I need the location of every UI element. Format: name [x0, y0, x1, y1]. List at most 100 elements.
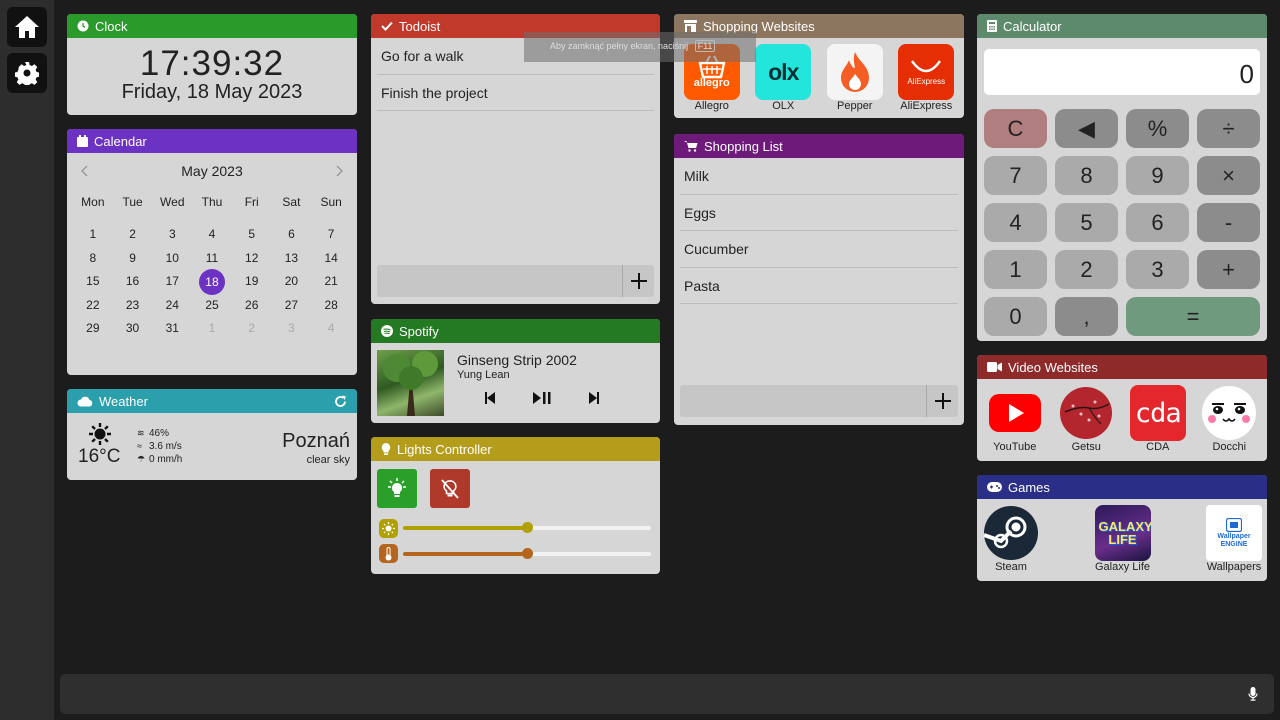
shopping-list-item[interactable]: Cucumber	[680, 231, 958, 268]
calendar-day[interactable]: 29	[73, 317, 113, 341]
microphone-icon[interactable]	[1248, 687, 1258, 701]
calendar-day[interactable]: 2	[232, 317, 272, 341]
calendar-day-number: 19	[245, 274, 259, 288]
calendar-day[interactable]: 5	[232, 223, 272, 247]
tile-wallpapers[interactable]: Wallpaper ENGINE Wallpapers	[1203, 505, 1265, 573]
tile-olx[interactable]: olx OLX	[752, 44, 814, 112]
calculator-key[interactable]: ×	[1197, 156, 1260, 195]
calendar-day-number: 28	[324, 297, 338, 312]
calendar-day[interactable]: 16	[113, 270, 153, 294]
calculator-key[interactable]: 6	[1126, 203, 1189, 242]
calculator-key[interactable]: 3	[1126, 250, 1189, 289]
calendar-day[interactable]: 20	[272, 270, 312, 294]
calendar-day[interactable]: 3	[272, 317, 312, 341]
calculator-key[interactable]: =	[1126, 297, 1260, 336]
tile-steam[interactable]: Steam	[980, 505, 1042, 573]
calendar-day[interactable]: 9	[113, 247, 153, 271]
settings-button[interactable]	[7, 53, 47, 93]
calendar-day[interactable]: 30	[113, 317, 153, 341]
calendar-day[interactable]: 1	[192, 317, 232, 341]
calculator-key[interactable]: 7	[984, 156, 1047, 195]
calendar-day[interactable]: 28	[311, 294, 351, 318]
calendar-day[interactable]: 25	[192, 294, 232, 318]
todo-add-button[interactable]	[622, 265, 654, 297]
calendar-day[interactable]: 19	[232, 270, 272, 294]
olx-logo-icon: olx	[755, 44, 812, 100]
calendar-day[interactable]: 31	[152, 317, 192, 341]
next-track-icon[interactable]	[589, 392, 599, 404]
shopping-list-item[interactable]: Eggs	[680, 195, 958, 231]
calendar-day[interactable]: 14	[311, 247, 351, 271]
clock-widget: Clock 17:39:32 Friday, 18 May 2023	[67, 14, 357, 115]
calculator-key[interactable]: %	[1126, 109, 1189, 148]
calendar-day[interactable]: 22	[73, 294, 113, 318]
shopping-list-item[interactable]: Milk	[680, 158, 958, 195]
calendar-day-number: 3	[168, 227, 176, 241]
calendar-day[interactable]: 13	[272, 247, 312, 271]
calendar-day[interactable]: 23	[113, 294, 153, 318]
tile-getsu[interactable]: Getsu	[1055, 385, 1117, 453]
calculator-key[interactable]: 8	[1055, 156, 1118, 195]
calculator-key[interactable]: ,	[1055, 297, 1118, 336]
calculator-key[interactable]: 5	[1055, 203, 1118, 242]
calculator-key[interactable]: 2	[1055, 250, 1118, 289]
temperature-slider-handle[interactable]	[522, 548, 533, 559]
calendar-day[interactable]: 21	[311, 270, 351, 294]
calendar-day[interactable]: 24	[152, 294, 192, 318]
calendar-day[interactable]: 1	[73, 223, 113, 247]
calculator-key[interactable]: 0	[984, 297, 1047, 336]
shopping-add-button[interactable]	[926, 385, 958, 417]
calendar-day[interactable]: 15	[73, 270, 113, 294]
calculator-key[interactable]: ◀	[1055, 109, 1118, 148]
tile-aliexpress[interactable]: AliExpress AliExpress	[895, 44, 957, 112]
tile-cda[interactable]: cda CDA	[1127, 385, 1189, 453]
tile-youtube[interactable]: YouTube	[984, 385, 1046, 453]
calculator-key[interactable]: 9	[1126, 156, 1189, 195]
calendar-day[interactable]: 17	[152, 270, 192, 294]
light-on-button[interactable]	[377, 469, 417, 508]
calculator-key[interactable]: C	[984, 109, 1047, 148]
home-button[interactable]	[7, 7, 47, 47]
play-pause-icon[interactable]	[533, 392, 551, 404]
calculator-key[interactable]: ÷	[1197, 109, 1260, 148]
bottom-input-bar[interactable]	[60, 674, 1274, 714]
calendar-day[interactable]: 10	[152, 247, 192, 271]
brightness-slider-handle[interactable]	[522, 522, 533, 533]
calendar-day[interactable]: 27	[272, 294, 312, 318]
calculator-key[interactable]: 4	[984, 203, 1047, 242]
calendar-day[interactable]: 12	[232, 247, 272, 271]
refresh-icon[interactable]	[334, 395, 347, 408]
calendar-day[interactable]: 4	[311, 317, 351, 341]
previous-track-icon[interactable]	[485, 392, 495, 404]
chevron-left-icon[interactable]	[81, 165, 89, 177]
calendar-day[interactable]: 3	[152, 223, 192, 247]
shopping-add-bar[interactable]	[680, 385, 958, 417]
calendar-day[interactable]: 4	[192, 223, 232, 247]
calculator-key[interactable]: +	[1197, 250, 1260, 289]
calculator-display: 0	[984, 49, 1260, 95]
cart-icon	[684, 141, 698, 152]
chevron-right-icon[interactable]	[335, 165, 343, 177]
weather-description: clear sky	[306, 454, 350, 466]
calendar-day[interactable]: 7	[311, 223, 351, 247]
light-off-button[interactable]	[430, 469, 470, 508]
tile-pepper[interactable]: Pepper	[824, 44, 886, 112]
calendar-day-selected[interactable]: 18	[192, 269, 232, 295]
calendar-day[interactable]: 26	[232, 294, 272, 318]
tile-docchi[interactable]: Docchi	[1198, 385, 1260, 453]
calculator-key[interactable]: 1	[984, 250, 1047, 289]
calendar-day[interactable]: 2	[113, 223, 153, 247]
todo-add-bar[interactable]	[377, 265, 654, 297]
calendar-day-number: 4	[208, 227, 216, 241]
shopping-list-item[interactable]: Pasta	[680, 268, 958, 304]
calendar-day-number: 1	[89, 227, 97, 241]
calendar-day[interactable]: 8	[73, 247, 113, 271]
tile-galaxy-life[interactable]: GALAXY LIFE Galaxy Life	[1092, 505, 1154, 573]
calendar-day[interactable]: 11	[192, 247, 232, 271]
calculator-key[interactable]: -	[1197, 203, 1260, 242]
brightness-slider[interactable]	[403, 522, 651, 533]
brightness-icon	[382, 522, 395, 535]
todo-item[interactable]: Finish the project	[377, 75, 654, 111]
temperature-slider[interactable]	[403, 548, 651, 559]
calendar-day[interactable]: 6	[272, 223, 312, 247]
